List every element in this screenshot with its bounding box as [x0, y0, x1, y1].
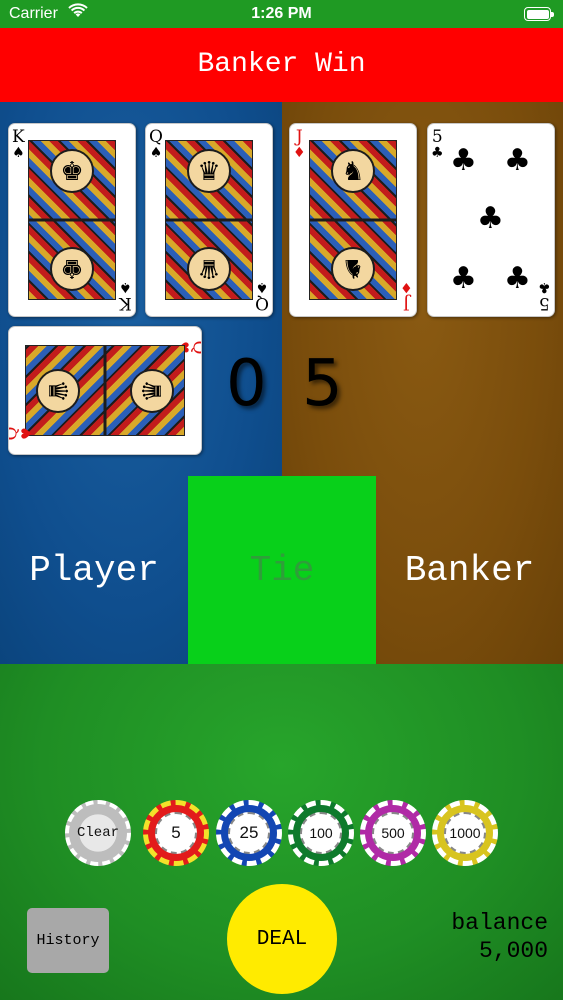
card-corner: K ♠: [119, 279, 132, 313]
banker-bet-zone[interactable]: Banker: [376, 476, 563, 664]
card-corner: Q ♠: [149, 127, 163, 161]
chip-500-label: 500: [372, 812, 414, 854]
card-corner: J ♦: [400, 279, 413, 313]
card-corner: Q ♠: [255, 279, 269, 313]
club-pip-icon: ♣: [504, 261, 531, 296]
tie-bet-zone[interactable]: Tie: [188, 476, 376, 664]
club-pip-icon: ♣: [450, 261, 477, 296]
chip-5-label: 5: [155, 812, 197, 854]
chip-1000-label: 1000: [444, 812, 486, 854]
player-score: 0: [226, 347, 267, 421]
chip-100-button[interactable]: 100: [288, 800, 354, 866]
chip-25-button[interactable]: 25: [216, 800, 282, 866]
battery-icon: [524, 7, 551, 21]
balance-label: balance: [451, 910, 548, 936]
player-card-1: K ♠ ♚ ♚ K ♠: [8, 123, 136, 317]
queen-icon: ♛: [130, 368, 174, 413]
jack-icon: ♞: [331, 149, 375, 193]
banker-card-1: J ♦ ♞ ♞ J ♦: [289, 123, 417, 317]
banker-score: 5: [302, 347, 343, 421]
deal-button[interactable]: DEAL: [227, 884, 337, 994]
queen-icon: ♛: [36, 368, 80, 413]
clear-chip-label: Clear: [76, 825, 119, 841]
queen-icon: ♛: [187, 149, 231, 193]
player-bet-zone[interactable]: Player: [0, 476, 188, 664]
clear-chip-button[interactable]: Clear: [65, 800, 131, 866]
status-bar: Carrier 1:26 PM: [0, 0, 563, 28]
chip-25-label: 25: [228, 812, 270, 854]
club-pip-icon: ♣: [450, 143, 477, 178]
queen-figure-art: ♛ ♛: [165, 140, 253, 300]
king-icon: ♚: [50, 149, 94, 193]
jack-icon: ♞: [331, 247, 375, 291]
battery-tip: [551, 12, 554, 17]
club-pip-icon: ♣: [504, 143, 531, 178]
chip-500-button[interactable]: 500: [360, 800, 426, 866]
king-icon: ♚: [50, 247, 94, 291]
player-card-2: Q ♠ ♛ ♛ Q ♠: [145, 123, 273, 317]
history-button[interactable]: History: [27, 908, 109, 973]
chip-1000-button[interactable]: 1000: [432, 800, 498, 866]
chip-5-button[interactable]: 5: [143, 800, 209, 866]
card-corner: Q ♥: [9, 427, 36, 441]
jack-figure-art: ♞ ♞: [309, 140, 397, 300]
chip-100-label: 100: [300, 812, 342, 854]
card-corner: 5 ♣: [431, 127, 444, 161]
king-figure-art: ♚ ♚: [28, 140, 116, 300]
banker-card-2: 5 ♣ ♣ ♣ ♣ ♣ ♣ 5 ♣: [427, 123, 555, 317]
clock: 1:26 PM: [251, 5, 312, 22]
balance-value: 5,000: [478, 938, 548, 964]
card-corner: K ♠: [12, 127, 25, 161]
result-banner: Banker Win: [0, 28, 563, 102]
club-pip-icon: ♣: [477, 201, 504, 236]
player-card-3: Q ♥ ♛ ♛ Q ♥: [8, 326, 202, 455]
card-corner: 5 ♣: [538, 279, 551, 313]
card-corner: J ♦: [293, 127, 306, 161]
queen-icon: ♛: [187, 247, 231, 291]
queen-figure-art: ♛ ♛: [25, 345, 185, 436]
